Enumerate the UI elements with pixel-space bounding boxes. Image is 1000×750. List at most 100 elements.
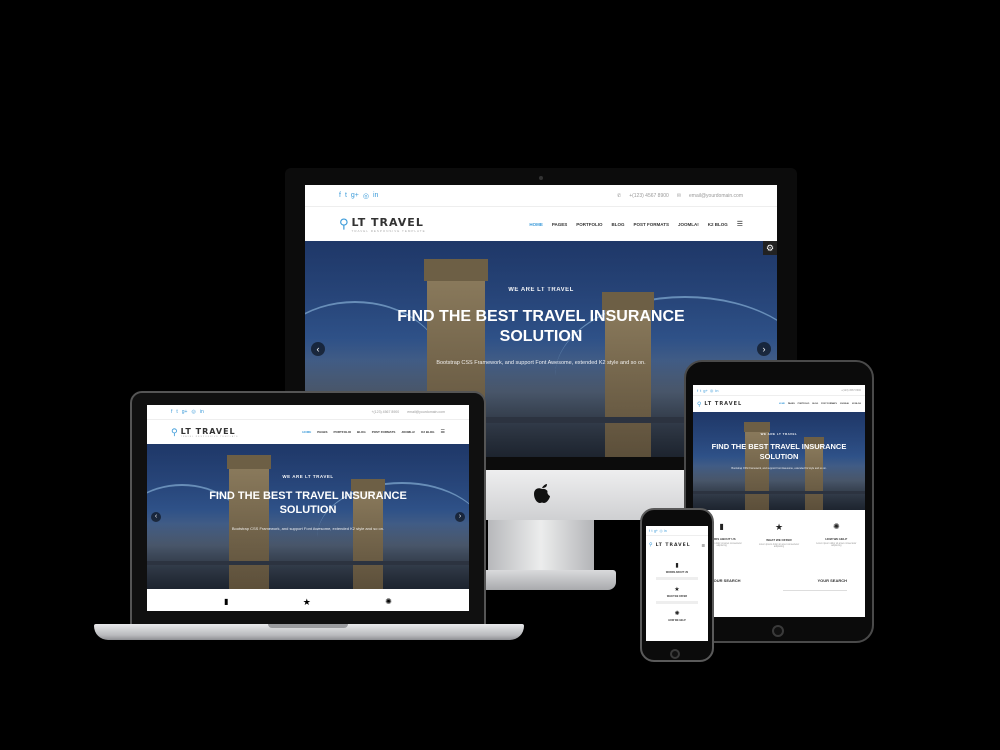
feature-list: ▮ WORDS ABOUT US ★ WHAT WE OFFER ✺ HOW W… [646, 554, 708, 622]
map-pin-icon: ⚲ [339, 216, 349, 231]
bridge-deck [147, 560, 469, 565]
map-pin-icon: ⚲ [649, 542, 653, 548]
nav-home[interactable]: HOME [302, 430, 311, 434]
contact-info: +(123) 4567 8900 [841, 389, 861, 392]
facebook-icon[interactable]: f [697, 388, 698, 393]
site-logo[interactable]: ⚲ LT TRAVEL TRAVEL RESPONSIVE TEMPLATE [339, 216, 426, 233]
imac-foot [478, 570, 616, 590]
hero-title: FIND THE BEST TRAVEL INSURANCE SOLUTION [209, 490, 407, 517]
linkedin-icon[interactable]: in [200, 409, 204, 415]
star-icon: ★ [774, 522, 784, 532]
linkedin-icon[interactable]: in [715, 388, 718, 393]
brand-name: LT TRAVEL [351, 215, 424, 229]
google-plus-icon[interactable]: g+ [703, 388, 708, 393]
social-links: f t g+ ◎ in [171, 409, 204, 415]
feature-desc: Lorem ipsum dolor sit amet consectetur a… [816, 543, 857, 547]
tablet-home-button[interactable] [772, 625, 784, 637]
google-plus-icon[interactable]: g+ [351, 192, 359, 200]
feature-title: WORDS ABOUT US [665, 571, 689, 574]
feature-title: HOW WE HELP [825, 537, 848, 541]
hero-title: FIND THE BEST TRAVEL INSURANCE SOLUTION [397, 308, 685, 346]
feature-item: ★ WHAT WE OFFER [650, 586, 704, 604]
nav-joomla[interactable]: JOOMLA! [678, 222, 699, 227]
search-icon[interactable]: ☰ [737, 220, 743, 228]
site-logo[interactable]: ⚲ LT TRAVEL TRAVEL RESPONSIVE TEMPLATE [171, 427, 239, 438]
rebel-icon: ✺ [385, 597, 392, 606]
menu-icon[interactable]: ☰ [441, 429, 445, 435]
twitter-icon[interactable]: t [176, 409, 177, 415]
site-logo[interactable]: ⚲ LT TRAVEL [697, 401, 742, 408]
settings-gear-icon[interactable]: ⚙ [763, 241, 777, 255]
hero-slider: WE ARE LT TRAVEL FIND THE BEST TRAVEL IN… [147, 444, 469, 589]
main-nav: HOME PAGES PORTFOLIO BLOG POST FORMATS J… [302, 429, 445, 435]
hero-title: FIND THE BEST TRAVEL INSURANCE SOLUTION [711, 442, 847, 461]
nav-pages[interactable]: PAGES [317, 430, 327, 434]
hero-description: Bootstrap CSS Framework, and support Fon… [231, 526, 385, 532]
star-icon: ★ [302, 597, 311, 607]
laptop-notch [268, 624, 348, 628]
nav-blog[interactable]: BLOG [357, 430, 366, 434]
brand-name: LT TRAVEL [655, 542, 691, 548]
nav-portfolio[interactable]: PORTFOLIO [798, 403, 810, 405]
slider-prev-arrow[interactable]: ‹ [311, 342, 325, 356]
slider-prev-arrow[interactable]: ‹ [151, 511, 161, 522]
nav-joomla[interactable]: JOOMLA! [401, 430, 415, 434]
nav-home[interactable]: HOME [529, 222, 543, 227]
search-label: YOUR SEARCH [711, 578, 741, 583]
dribbble-icon[interactable]: ◎ [363, 192, 369, 200]
rebel-icon: ✺ [832, 522, 840, 531]
nav-portfolio[interactable]: PORTFOLIO [334, 430, 352, 434]
facebook-icon[interactable]: f [649, 529, 650, 533]
twitter-icon[interactable]: t [700, 388, 701, 393]
nav-post-formats[interactable]: POST FORMATS [634, 222, 669, 227]
google-plus-icon[interactable]: g+ [182, 409, 188, 415]
nav-pages[interactable]: PAGES [552, 222, 567, 227]
site-header: ⚲ LT TRAVEL HOME PAGES PORTFOLIO BLOG PO… [693, 396, 865, 412]
brand-name: LT TRAVEL [704, 401, 743, 407]
site-logo[interactable]: ⚲ LT TRAVEL [649, 542, 691, 548]
twitter-icon[interactable]: t [345, 192, 347, 200]
dribbble-icon[interactable]: ◎ [191, 409, 195, 415]
phone-number: +(123) 4567 8900 [841, 388, 861, 392]
nav-post-formats[interactable]: POST FORMATS [372, 430, 396, 434]
slider-next-arrow[interactable]: › [455, 511, 465, 522]
feature-strip: ▮ ★ ✺ [147, 589, 469, 611]
twitter-icon[interactable]: t [651, 529, 652, 533]
email-address: email@yourdomain.com [689, 192, 743, 199]
nav-k2-blog[interactable]: K2 BLOG [421, 430, 434, 434]
nav-k2-blog[interactable]: K2 BLOG [852, 403, 861, 405]
nav-blog[interactable]: BLOG [612, 222, 625, 227]
top-bar: f t g+ ◎ in +(123) 4567 8900 email@yourd… [147, 405, 469, 420]
nav-post-formats[interactable]: POST FORMATS [821, 403, 837, 405]
menu-icon[interactable]: ☰ [701, 543, 705, 548]
site-header: ⚲ LT TRAVEL TRAVEL RESPONSIVE TEMPLATE H… [147, 420, 469, 444]
imac-camera [539, 176, 543, 180]
search-input[interactable] [783, 587, 847, 591]
nav-pages[interactable]: PAGES [788, 403, 795, 405]
feature-title: HOW WE HELP [668, 619, 686, 622]
brand-tagline: TRAVEL RESPONSIVE TEMPLATE [180, 435, 239, 438]
hero-subtitle: WE ARE LT TRAVEL [760, 432, 798, 436]
top-bar: f t g+ ◎ in +(123) 4567 8900 [693, 385, 865, 396]
dribbble-icon[interactable]: ◎ [659, 529, 662, 533]
linkedin-icon[interactable]: in [373, 192, 378, 200]
linkedin-icon[interactable]: in [664, 529, 667, 533]
feature-item: ★ WHAT WE OFFER Lorem ipsum dolor sit am… [754, 522, 804, 548]
map-pin-icon: ⚲ [171, 426, 178, 437]
map-pin-icon: ⚲ [697, 401, 702, 408]
nav-portfolio[interactable]: PORTFOLIO [576, 222, 602, 227]
phone-home-button[interactable] [670, 649, 680, 659]
slider-next-arrow[interactable]: › [757, 342, 771, 356]
nav-blog[interactable]: BLOG [812, 403, 818, 405]
top-bar: f t g+ ◎ in ✆ +(123) 4567 8900 ✉ email@you… [305, 185, 777, 207]
feature-title: WHAT WE OFFER [766, 538, 792, 542]
facebook-icon[interactable]: f [339, 192, 341, 200]
dribbble-icon[interactable]: ◎ [710, 388, 714, 393]
phone-icon: ✆ [616, 192, 622, 199]
facebook-icon[interactable]: f [171, 409, 172, 415]
tablet-screen: f t g+ ◎ in +(123) 4567 8900 ⚲ LT TRAVEL… [693, 385, 865, 617]
google-plus-icon[interactable]: g+ [654, 529, 658, 533]
nav-joomla[interactable]: JOOMLA! [840, 403, 849, 405]
nav-home[interactable]: HOME [779, 403, 785, 405]
nav-k2-blog[interactable]: K2 BLOG [708, 222, 728, 227]
